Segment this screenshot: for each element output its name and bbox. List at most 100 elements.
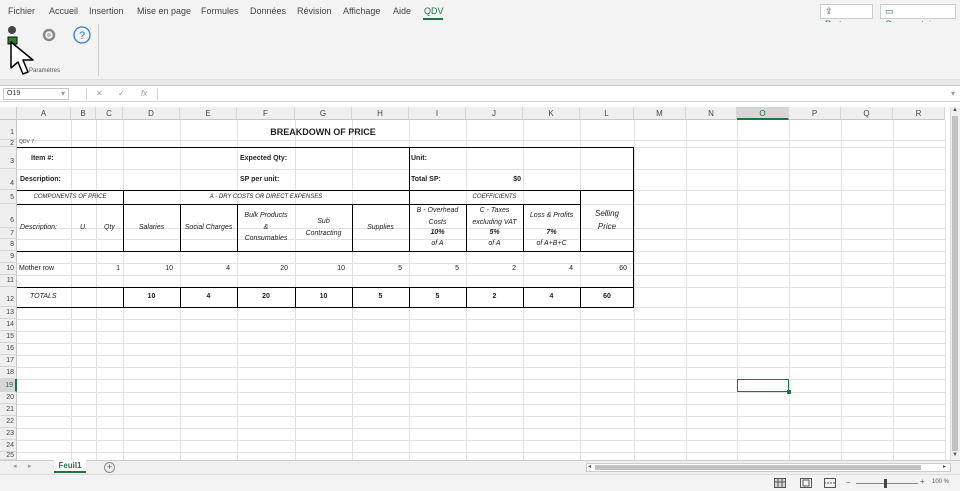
col-header-B[interactable]: B	[71, 107, 96, 120]
col-header-P[interactable]: P	[789, 107, 841, 120]
horizontal-scroll-thumb[interactable]	[595, 465, 921, 470]
col-taxes-of: of A	[488, 240, 501, 247]
col-header-Q[interactable]: Q	[841, 107, 893, 120]
row-header-18[interactable]: 18	[0, 367, 17, 379]
fill-handle[interactable]	[787, 390, 791, 394]
scroll-left-icon[interactable]: ◂	[588, 463, 591, 470]
col-header-C[interactable]: C	[96, 107, 123, 120]
menu-affichage[interactable]: Affichage	[343, 0, 380, 20]
col-header-N[interactable]: N	[686, 107, 737, 120]
menu-aide[interactable]: Aide	[393, 0, 411, 20]
help-icon[interactable]: ?	[72, 25, 92, 45]
menu-insertion[interactable]: Insertion	[89, 0, 124, 20]
enter-icon[interactable]: ✓	[118, 88, 125, 100]
row-header-19[interactable]: 19	[0, 379, 17, 392]
row-header-24[interactable]: 24	[0, 440, 17, 452]
menu-formules[interactable]: Formules	[201, 0, 239, 20]
select-all-corner[interactable]	[0, 107, 17, 120]
col-header-R[interactable]: R	[893, 107, 945, 120]
row-header-4[interactable]: 4	[0, 169, 17, 190]
row-header-10[interactable]: 10	[0, 263, 17, 275]
comments-button[interactable]: ▭ Commentaires	[880, 4, 956, 29]
share-icon: ⇪	[825, 6, 833, 16]
col-header-K[interactable]: K	[523, 107, 580, 120]
col-overhead-line2: Costs	[428, 219, 447, 226]
col-header-M[interactable]: M	[634, 107, 686, 120]
zoom-level[interactable]: 100 %	[932, 479, 949, 485]
prev-sheet-icon[interactable]: ◂	[13, 462, 17, 470]
row-header-3[interactable]: 3	[0, 147, 17, 169]
zoom-out-icon[interactable]: −	[846, 478, 851, 487]
row-header-2[interactable]: 2	[0, 140, 17, 147]
totals-social: 4	[206, 293, 211, 300]
scroll-down-icon[interactable]: ▼	[952, 452, 958, 458]
col-bulk-line3: Consumables	[244, 235, 288, 242]
menu-qdv[interactable]: QDV	[424, 0, 444, 20]
gear-icon[interactable]	[39, 26, 59, 44]
col-selling-line1: Selling	[594, 209, 619, 218]
page-layout-icon[interactable]	[800, 478, 812, 488]
col-header-L[interactable]: L	[580, 107, 634, 120]
menu-fichier[interactable]: Fichier	[8, 0, 35, 20]
col-header-F[interactable]: F	[237, 107, 295, 120]
function-icon[interactable]: fx	[141, 88, 147, 100]
col-header-E[interactable]: E	[180, 107, 237, 120]
row-header-5[interactable]: 5	[0, 190, 17, 204]
row-header-17[interactable]: 17	[0, 355, 17, 367]
row-header-13[interactable]: 13	[0, 307, 17, 319]
row-header-23[interactable]: 23	[0, 428, 17, 440]
dry-costs-header: A - DRY COSTS OR DIRECT EXPENSES	[209, 194, 323, 200]
cancel-icon[interactable]: ✕	[96, 88, 103, 100]
vertical-scroll-thumb[interactable]	[952, 116, 958, 451]
normal-view-icon[interactable]	[774, 478, 786, 488]
col-selling-line2: Price	[597, 222, 617, 231]
selected-cell[interactable]	[737, 379, 789, 392]
col-header-A[interactable]: A	[17, 107, 71, 120]
share-button[interactable]: ⇪ Partager	[820, 4, 873, 29]
row-header-1[interactable]: 1	[0, 120, 17, 140]
mother-row-bulk: 20	[280, 265, 288, 272]
row-header-6[interactable]: 6	[0, 204, 17, 228]
mouse-pointer-icon	[10, 41, 34, 75]
add-sheet-button[interactable]: +	[104, 462, 115, 473]
col-header-J[interactable]: J	[466, 107, 523, 120]
row-header-8[interactable]: 8	[0, 239, 17, 251]
zoom-slider[interactable]	[856, 483, 918, 484]
row-header-21[interactable]: 21	[0, 404, 17, 416]
row-header-12[interactable]: 12	[0, 287, 17, 307]
row-header-14[interactable]: 14	[0, 319, 17, 331]
menu-revision[interactable]: Révision	[297, 0, 332, 20]
scroll-right-icon[interactable]: ▸	[943, 463, 946, 470]
row-header-15[interactable]: 15	[0, 331, 17, 343]
name-box-dropdown-icon[interactable]: ▾	[61, 88, 65, 100]
total-sp-label: Total SP:	[411, 176, 441, 183]
col-header-D[interactable]: D	[123, 107, 180, 120]
zoom-slider-thumb[interactable]	[884, 479, 887, 488]
col-sub-line2: Contracting	[305, 230, 342, 237]
col-header-H[interactable]: H	[352, 107, 409, 120]
menu-mise-en-page[interactable]: Mise en page	[137, 0, 191, 20]
row-header-16[interactable]: 16	[0, 343, 17, 355]
menu-donnees[interactable]: Données	[250, 0, 286, 20]
col-bulk-line2: &	[263, 224, 269, 231]
menu-accueil[interactable]: Accueil	[49, 0, 78, 20]
row-header-7[interactable]: 7	[0, 228, 17, 239]
row-header-9[interactable]: 9	[0, 251, 17, 263]
col-header-G[interactable]: G	[295, 107, 352, 120]
row-header-22[interactable]: 22	[0, 416, 17, 428]
next-sheet-icon[interactable]: ▸	[28, 462, 32, 470]
col-header-O[interactable]: O	[737, 107, 789, 120]
totals-overhead: 5	[435, 293, 440, 300]
row-header-25[interactable]: 25	[0, 452, 17, 460]
sheet-tab-feuil1[interactable]: Feuil1	[54, 460, 86, 473]
expand-formula-icon[interactable]: ▾	[951, 88, 955, 100]
mother-row-label: Mother row	[19, 265, 55, 272]
page-break-icon[interactable]	[824, 478, 836, 488]
zoom-in-icon[interactable]: +	[920, 477, 925, 486]
row-header-20[interactable]: 20	[0, 392, 17, 404]
col-header-I[interactable]: I	[409, 107, 466, 120]
row-header-11[interactable]: 11	[0, 275, 17, 287]
scroll-up-icon[interactable]: ▲	[952, 107, 958, 113]
col-overhead-pct: 10%	[430, 229, 445, 236]
name-box[interactable]: O19	[3, 88, 69, 100]
